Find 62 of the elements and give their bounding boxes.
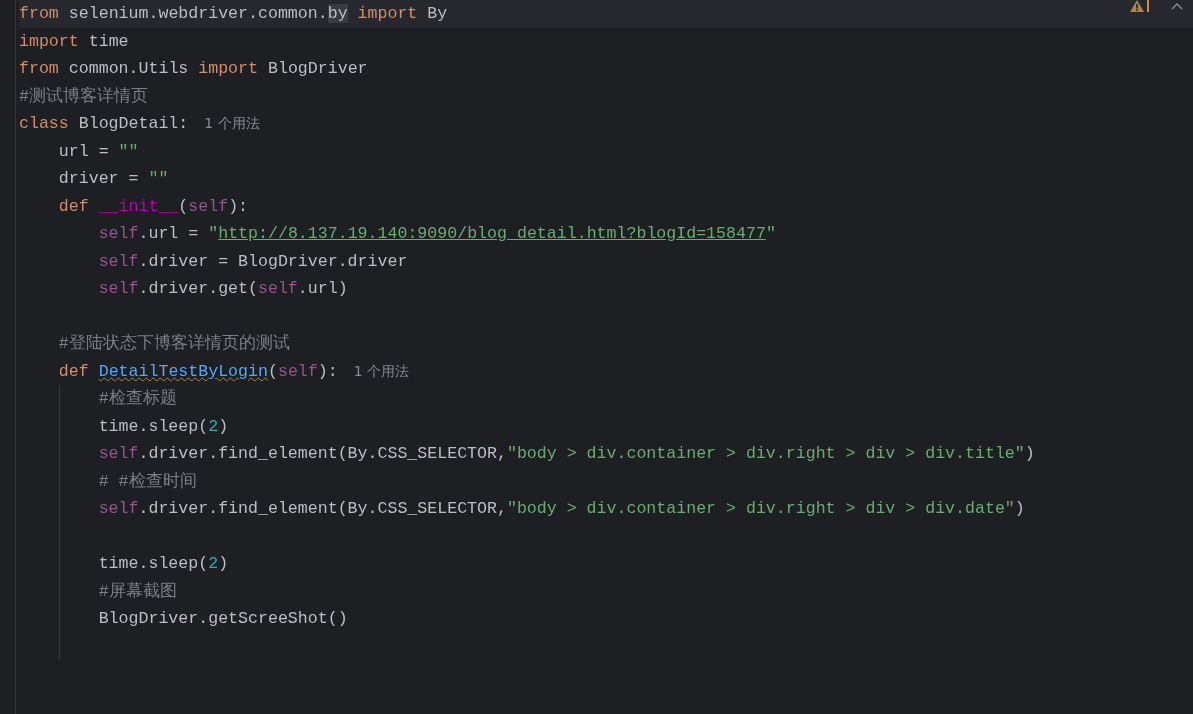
code-text: ) [1024,444,1035,463]
code-comment: #屏幕截图 [97,581,177,601]
code-text: ) [218,416,229,436]
code-text: .driver.find_element(By.CSS_SELECTOR, [138,444,507,463]
caret-up-icon[interactable] [1171,2,1183,10]
code-text: import [356,4,419,23]
usage-hint: 1 个用法 [204,115,260,131]
code-text: time [88,31,129,51]
code-text: ): [317,361,338,381]
code-text: ( [267,361,278,381]
code-text: .url = [138,224,200,243]
code-text: self [97,251,139,271]
code-text: class [19,114,70,133]
code-text: ) [218,554,229,573]
code-text: self [97,224,139,243]
code-text: "" [148,169,169,188]
code-text: from [19,4,60,23]
code-text: .driver.find_element(By.CSS_SELECTOR, [138,499,507,518]
code-text: self [97,444,139,463]
code-text: self [97,279,139,298]
code-text: ): [228,196,249,216]
code-comment: #检查标题 [97,389,177,408]
code-text: driver = [57,169,140,188]
code-text: self [258,279,298,298]
usage-hint: 1 个用法 [353,362,410,379]
code-text: import [19,31,80,51]
code-text: __init__ [98,196,179,216]
code-comment: #登陆状态下博客详情页的测试 [57,334,290,353]
code-comment: # #检查时间 [97,471,197,491]
code-text: selenium.webdriver.common. [68,4,328,23]
warning-icon[interactable] [1130,0,1149,12]
code-text: def [57,361,90,381]
code-text: 2 [208,416,219,436]
code-text: self [188,196,229,216]
code-text: .driver = BlogDriver.driver [138,251,408,271]
code-text: "body > div.container > div.right > div > div.title" [506,444,1025,463]
code-text: DetailTestByLogin [98,361,268,381]
code-text: By [427,4,448,23]
code-text: BlogDetail: [78,114,189,133]
code-text: by [327,4,348,23]
code-text: " [765,224,776,243]
code-text: time.sleep( [97,416,209,436]
code-text: self [277,361,318,381]
code-text: BlogDriver.getScreeShot() [97,609,348,628]
code-comment: #测试博客详情页 [19,86,148,106]
code-text: .driver.get( [138,279,258,298]
code-text: url = [57,141,110,161]
code-text: common.Utils [68,59,190,78]
code-text: time.sleep( [97,554,209,573]
code-text: "body > div.container > div.right > div > div.date" [506,499,1015,518]
code-text: import [198,59,259,78]
code-text: 2 [208,554,219,573]
code-text: BlogDriver [267,59,368,78]
code-text: def [57,196,90,216]
code-text: .url) [297,279,348,298]
code-text: ( [178,196,189,216]
code-text: "" [118,141,139,161]
code-text: http://8.137.19.140:9090/blog_detail.html?blogId=158477 [218,224,766,243]
code-text: from [19,59,60,78]
code-text: " [208,224,219,243]
code-text: ) [1014,499,1025,518]
code-text: self [97,499,139,518]
